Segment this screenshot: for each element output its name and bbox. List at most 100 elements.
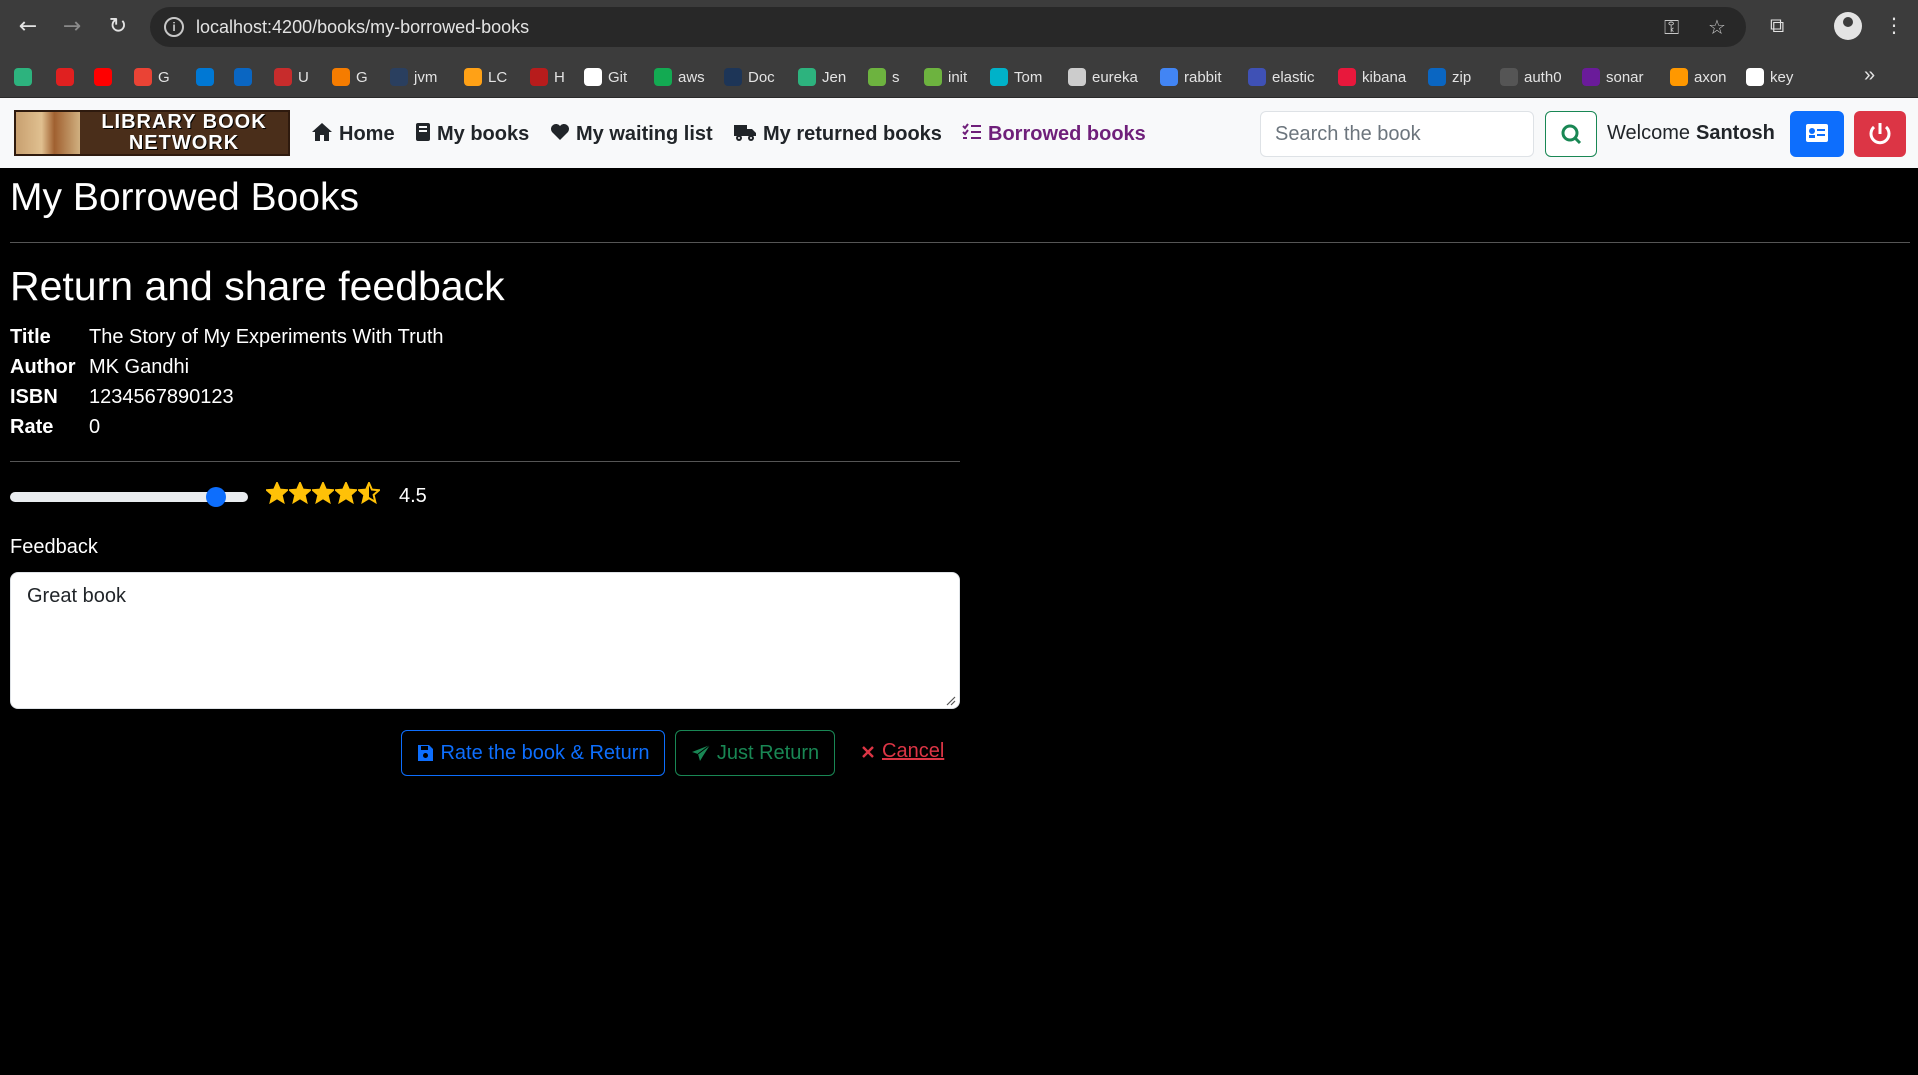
bookmark-label: rabbit bbox=[1184, 68, 1222, 86]
book-icon bbox=[415, 122, 431, 147]
bookmark-star-icon[interactable]: ☆ bbox=[1708, 15, 1726, 39]
detail-label: Rate bbox=[10, 415, 54, 438]
detail-label: Title bbox=[10, 325, 51, 348]
bookmark-label: aws bbox=[678, 68, 705, 86]
bookmark-item[interactable]: Doc bbox=[724, 66, 775, 88]
star-full-icon bbox=[266, 482, 288, 504]
bookmark-favicon-icon bbox=[530, 68, 548, 86]
bookmark-favicon-icon bbox=[1500, 68, 1518, 86]
detail-row-rate: Rate 0 bbox=[10, 412, 444, 442]
bookmark-item[interactable]: elastic bbox=[1248, 66, 1315, 88]
bookmark-favicon-icon bbox=[584, 68, 602, 86]
nav-returned-books[interactable]: My returned books bbox=[733, 122, 942, 147]
cancel-label: Cancel bbox=[882, 740, 945, 762]
bookmark-favicon-icon bbox=[1248, 68, 1266, 86]
bookmark-item[interactable]: Tom bbox=[990, 66, 1042, 88]
bookmark-favicon-icon bbox=[196, 68, 214, 86]
close-icon bbox=[860, 744, 876, 760]
bookmark-item[interactable]: H bbox=[530, 66, 565, 88]
bookmark-label: axon bbox=[1694, 68, 1727, 86]
divider bbox=[10, 461, 960, 462]
nav-waiting-list[interactable]: My waiting list bbox=[550, 122, 713, 146]
bookmark-favicon-icon bbox=[134, 68, 152, 86]
detail-value: The Story of My Experiments With Truth bbox=[89, 325, 444, 348]
library-logo[interactable]: LIBRARY BOOK NETWORK bbox=[14, 110, 290, 156]
forward-icon[interactable]: → bbox=[58, 13, 86, 41]
site-info-icon[interactable]: i bbox=[164, 17, 184, 37]
nav-home[interactable]: Home bbox=[311, 122, 395, 147]
bookmark-item[interactable] bbox=[56, 66, 80, 88]
nav-my-books[interactable]: My books bbox=[415, 122, 529, 147]
bookmark-item[interactable]: s bbox=[868, 66, 900, 88]
extensions-icon[interactable]: ⧉ bbox=[1770, 13, 1784, 37]
bookmark-item[interactable]: Jen bbox=[798, 66, 846, 88]
logout-button[interactable] bbox=[1854, 111, 1906, 157]
bookmark-label: G bbox=[356, 68, 368, 86]
profile-avatar-icon[interactable] bbox=[1834, 12, 1862, 40]
nav-my-books-label: My books bbox=[437, 123, 530, 145]
resize-handle-icon[interactable] bbox=[944, 694, 956, 706]
bookmark-favicon-icon bbox=[1338, 68, 1356, 86]
password-key-icon[interactable]: ⚿ bbox=[1664, 15, 1679, 39]
bookmark-favicon-icon bbox=[332, 68, 350, 86]
detail-value: 1234567890123 bbox=[89, 385, 234, 408]
just-return-label: Just Return bbox=[716, 741, 820, 764]
back-icon[interactable]: ← bbox=[14, 13, 42, 41]
bookmark-favicon-icon bbox=[390, 68, 408, 86]
bookmark-favicon-icon bbox=[464, 68, 482, 86]
bookmark-item[interactable]: sonar bbox=[1582, 66, 1644, 88]
reload-icon[interactable]: ↻ bbox=[104, 13, 132, 41]
search-button[interactable] bbox=[1545, 111, 1597, 157]
bookmark-item[interactable]: auth0 bbox=[1500, 66, 1562, 88]
bookmark-item[interactable]: Git bbox=[584, 66, 627, 88]
rate-and-return-label: Rate the book & Return bbox=[440, 741, 650, 764]
more-bookmarks-icon[interactable]: » bbox=[1864, 64, 1875, 87]
bookmark-label: key bbox=[1770, 68, 1794, 86]
bookmark-item[interactable]: kibana bbox=[1338, 66, 1406, 88]
just-return-button[interactable]: Just Return bbox=[675, 730, 835, 776]
bookmark-item[interactable]: aws bbox=[654, 66, 705, 88]
url-text[interactable]: localhost:4200/books/my-borrowed-books bbox=[196, 17, 529, 38]
paper-plane-icon bbox=[691, 744, 711, 762]
bookmark-favicon-icon bbox=[924, 68, 942, 86]
profile-button[interactable] bbox=[1790, 111, 1844, 157]
list-check-icon bbox=[962, 122, 982, 146]
bookmark-favicon-icon bbox=[1160, 68, 1178, 86]
bookmark-label: kibana bbox=[1362, 68, 1407, 86]
bookmark-item[interactable]: axon bbox=[1670, 66, 1727, 88]
bookmark-label: init bbox=[948, 68, 968, 86]
cancel-link[interactable]: Cancel bbox=[860, 740, 944, 763]
bookmark-item[interactable]: init bbox=[924, 66, 967, 88]
bookmark-item[interactable] bbox=[94, 66, 118, 88]
nav-returned-books-label: My returned books bbox=[763, 123, 942, 145]
heart-icon bbox=[550, 122, 570, 146]
menu-dots-icon[interactable]: ⋮ bbox=[1884, 13, 1904, 37]
rate-and-return-button[interactable]: Rate the book & Return bbox=[401, 730, 665, 776]
bookmark-item[interactable]: rabbit bbox=[1160, 66, 1222, 88]
bookmark-favicon-icon bbox=[990, 68, 1008, 86]
book-details: Title The Story of My Experiments With T… bbox=[10, 322, 444, 442]
welcome-label: Welcome bbox=[1607, 122, 1690, 144]
address-bar[interactable]: i localhost:4200/books/my-borrowed-books… bbox=[150, 7, 1746, 47]
bookmark-item[interactable]: G bbox=[134, 66, 170, 88]
logo-image bbox=[16, 112, 80, 154]
nav-borrowed-books[interactable]: Borrowed books bbox=[962, 122, 1146, 146]
bookmark-item[interactable]: G bbox=[332, 66, 368, 88]
rating-slider-thumb[interactable] bbox=[206, 487, 226, 507]
feedback-textarea[interactable] bbox=[10, 572, 960, 709]
bookmark-item[interactable] bbox=[234, 66, 258, 88]
detail-label: Author bbox=[10, 355, 76, 378]
bookmark-item[interactable]: LC bbox=[464, 66, 507, 88]
id-card-icon bbox=[1806, 124, 1828, 142]
bookmark-favicon-icon bbox=[56, 68, 74, 86]
bookmark-item[interactable]: key bbox=[1746, 66, 1793, 88]
bookmark-label: H bbox=[554, 68, 565, 86]
star-rating bbox=[266, 482, 381, 504]
bookmark-item[interactable] bbox=[14, 66, 38, 88]
bookmark-item[interactable] bbox=[196, 66, 220, 88]
bookmark-item[interactable]: jvm bbox=[390, 66, 437, 88]
bookmark-item[interactable]: eureka bbox=[1068, 66, 1138, 88]
bookmark-item[interactable]: U bbox=[274, 66, 309, 88]
bookmark-item[interactable]: zip bbox=[1428, 66, 1471, 88]
search-input[interactable] bbox=[1260, 111, 1534, 157]
